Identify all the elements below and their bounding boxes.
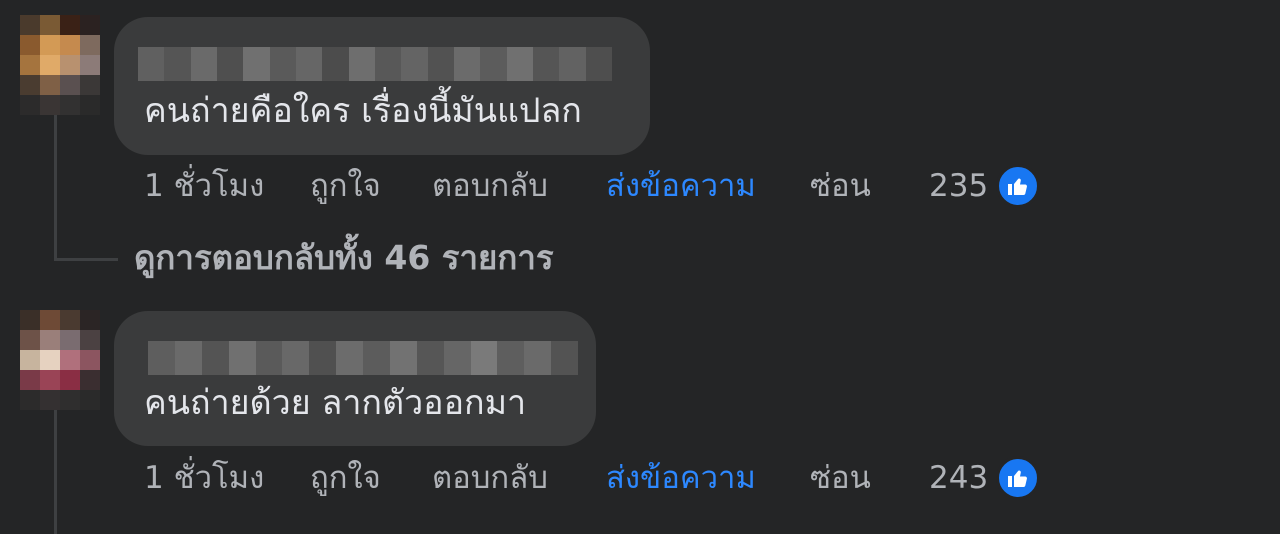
thumbs-up-glyph	[1008, 470, 1027, 487]
thumbs-up-glyph	[1008, 178, 1027, 195]
thumbs-up-icon[interactable]	[996, 164, 1040, 208]
avatar[interactable]	[20, 310, 100, 410]
hide-button[interactable]: ซ่อน	[810, 456, 871, 500]
avatar[interactable]	[20, 15, 100, 115]
comment-actions: 1 ชั่วโมง ถูกใจ ตอบกลับ ส่งข้อความ ซ่อน …	[144, 456, 1064, 500]
comment-bubble: คนถ่ายคือใคร เรื่องนี้มันแปลก	[114, 17, 650, 155]
comment-bubble: คนถ่ายด้วย ลากตัวออกมา	[114, 311, 596, 446]
author-name-blurred[interactable]	[148, 341, 578, 375]
like-button[interactable]: ถูกใจ	[310, 456, 381, 500]
send-message-button[interactable]: ส่งข้อความ	[606, 164, 756, 208]
comment-thread: คนถ่ายคือใคร เรื่องนี้มันแปลก 1 ชั่วโมง …	[0, 0, 1280, 534]
like-count[interactable]: 235	[929, 164, 988, 208]
hide-button[interactable]: ซ่อน	[810, 164, 871, 208]
send-message-button[interactable]: ส่งข้อความ	[606, 456, 756, 500]
reply-button[interactable]: ตอบกลับ	[432, 164, 548, 208]
reply-button[interactable]: ตอบกลับ	[432, 456, 548, 500]
timestamp-link[interactable]: 1 ชั่วโมง	[144, 456, 264, 500]
like-count[interactable]: 243	[929, 456, 988, 500]
comment-text: คนถ่ายด้วย ลากตัวออกมา	[144, 383, 527, 423]
thread-line	[54, 405, 57, 534]
like-button[interactable]: ถูกใจ	[310, 164, 381, 208]
thread-line	[54, 110, 57, 260]
author-name-blurred[interactable]	[138, 47, 612, 81]
view-all-replies-link[interactable]: ดูการตอบกลับทั้ง 46 รายการ	[134, 236, 554, 280]
comment-actions: 1 ชั่วโมง ถูกใจ ตอบกลับ ส่งข้อความ ซ่อน …	[144, 164, 1064, 208]
reply-connector-line	[54, 258, 118, 261]
thumbs-up-icon[interactable]	[996, 456, 1040, 500]
comment-text: คนถ่ายคือใคร เรื่องนี้มันแปลก	[144, 91, 582, 131]
timestamp-link[interactable]: 1 ชั่วโมง	[144, 164, 264, 208]
